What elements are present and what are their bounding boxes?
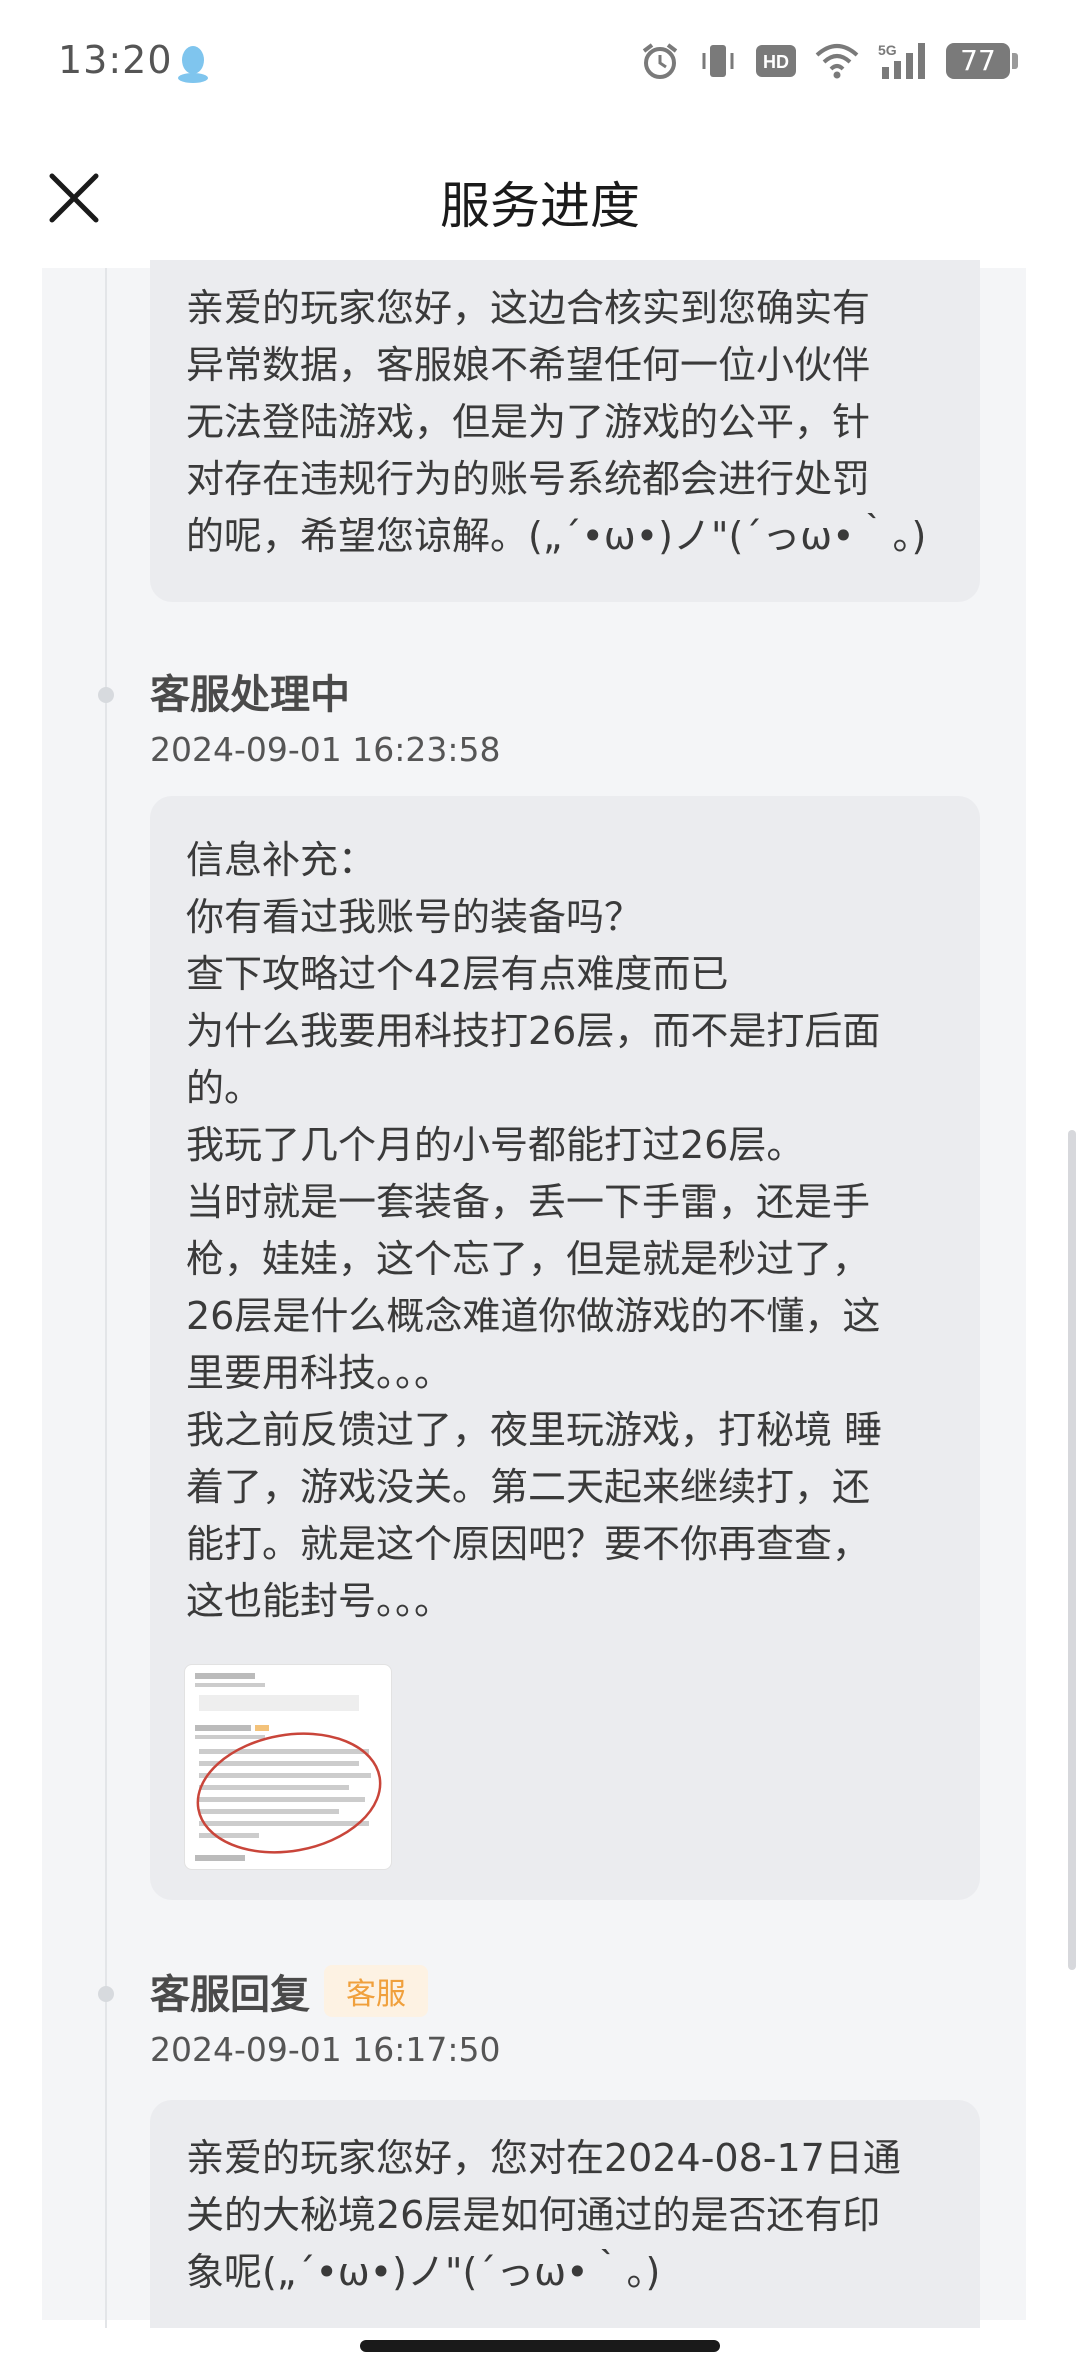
message-text: 亲爱的玩家您好，您对在2024-08-17日通 关的大秘境26层是如何通过的是否… <box>186 2136 901 2294</box>
qq-icon <box>178 46 208 83</box>
scrollbar[interactable] <box>1068 1130 1076 1970</box>
entry-time: 2024-09-01 16:23:58 <box>150 730 501 769</box>
attachment-thumbnail[interactable] <box>184 1664 392 1870</box>
status-bar: 13:20 HD 5G 77 <box>0 0 1080 128</box>
message-text: 亲爱的玩家您好，这边合核实到您确实有 异常数据，客服娘不希望任何一位小伙伴 无法… <box>186 286 927 558</box>
timeline-line <box>105 268 107 2328</box>
status-badge: 客服 <box>324 1965 428 2017</box>
entry-title-text: 客服处理中 <box>150 672 350 718</box>
status-icons: HD 5G 77 <box>640 36 1018 86</box>
5g-signal-icon: 5G <box>878 42 925 79</box>
message-card: 亲爱的玩家您好，您对在2024-08-17日通 关的大秘境26层是如何通过的是否… <box>150 2100 980 2330</box>
entry-title: 客服回复 客服 <box>150 1962 428 2020</box>
svg-text:HD: HD <box>763 52 789 72</box>
timeline-dot <box>98 687 114 703</box>
page-title: 服务进度 <box>440 177 640 235</box>
home-indicator[interactable] <box>360 2340 720 2352</box>
entry-time: 2024-09-01 16:17:50 <box>150 2030 501 2069</box>
message-card: 亲爱的玩家您好，这边合核实到您确实有 异常数据，客服娘不希望任何一位小伙伴 无法… <box>150 260 980 602</box>
wifi-icon <box>815 44 859 79</box>
entry-title-text: 客服回复 <box>150 1972 310 2018</box>
navigation-bar <box>0 2328 1080 2376</box>
message-text: 信息补充： 你有看过我账号的装备吗？ 查下攻略过个42层有点难度而已 为什么我要… <box>186 838 883 1623</box>
screenshot-preview-image <box>195 1673 382 1861</box>
vibrate-icon <box>702 45 734 77</box>
page-header: 服务进度 <box>0 128 1080 268</box>
svg-text:5G: 5G <box>878 42 897 58</box>
entry-title: 客服处理中 <box>150 662 350 720</box>
hd-icon: HD <box>756 45 796 77</box>
battery-indicator: 77 <box>946 43 1018 79</box>
status-time: 13:20 <box>58 38 173 82</box>
timeline-dot <box>98 1986 114 2002</box>
alarm-icon <box>642 43 678 79</box>
